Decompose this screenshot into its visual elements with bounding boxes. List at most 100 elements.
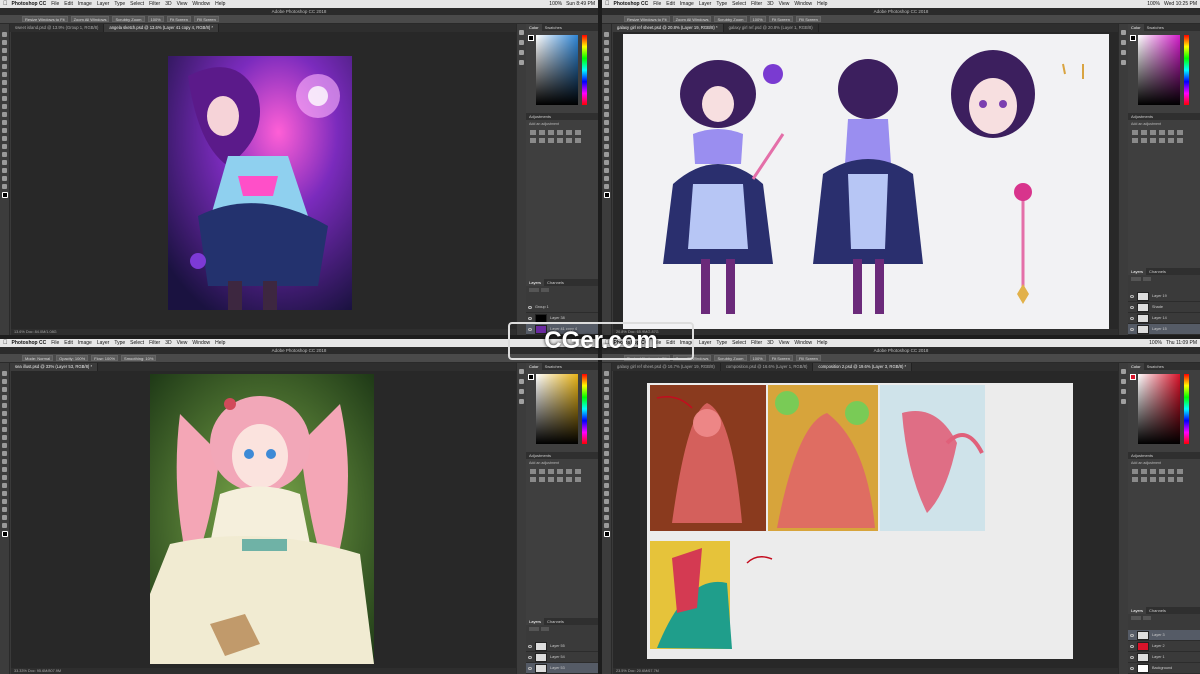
bw-icon[interactable] xyxy=(539,138,545,143)
history-icon[interactable] xyxy=(519,30,524,35)
bw-icon[interactable] xyxy=(1141,138,1147,143)
tab-channels[interactable]: Channels xyxy=(544,618,567,625)
lasso-tool-icon[interactable] xyxy=(604,387,609,392)
zoom-tool-icon[interactable] xyxy=(2,184,7,189)
crop-tool-icon[interactable] xyxy=(2,64,7,69)
hue-sat-icon[interactable] xyxy=(1177,130,1183,135)
layer-row-selected[interactable]: Layer 3 xyxy=(1128,630,1200,641)
menu-edit[interactable]: Edit xyxy=(666,1,675,7)
tab-layers[interactable]: Layers xyxy=(1128,268,1147,275)
blur-tool-icon[interactable] xyxy=(604,467,609,472)
hand-tool-icon[interactable] xyxy=(604,176,609,181)
menu-file[interactable]: File xyxy=(51,1,59,7)
dodge-tool-icon[interactable] xyxy=(604,475,609,480)
foreground-swatch[interactable] xyxy=(1130,35,1136,41)
menu-window[interactable]: Window xyxy=(794,340,812,346)
type-tool-icon[interactable] xyxy=(604,491,609,496)
menu-file[interactable]: File xyxy=(51,340,59,346)
history-brush-icon[interactable] xyxy=(604,443,609,448)
photo-filter-icon[interactable] xyxy=(548,477,554,482)
saturation-field[interactable] xyxy=(536,35,578,105)
menu-view[interactable]: View xyxy=(779,340,790,346)
levels-icon[interactable] xyxy=(1141,469,1147,474)
color-swatch-icon[interactable] xyxy=(603,192,610,198)
hue-sat-icon[interactable] xyxy=(575,130,581,135)
levels-icon[interactable] xyxy=(539,130,545,135)
saturation-field[interactable] xyxy=(1138,35,1180,105)
layer-row[interactable]: Layer 55 xyxy=(526,641,598,652)
layer-row[interactable]: Layer 1 xyxy=(1128,652,1200,663)
path-select-icon[interactable] xyxy=(2,160,7,165)
option-fit-screen[interactable]: Fit Screen xyxy=(768,16,793,22)
history-brush-icon[interactable] xyxy=(2,443,7,448)
menu-filter[interactable]: Filter xyxy=(751,340,762,346)
hue-slider[interactable] xyxy=(582,374,587,444)
wand-tool-icon[interactable] xyxy=(604,56,609,61)
character-icon[interactable] xyxy=(1121,60,1126,65)
apple-icon[interactable]:  xyxy=(605,1,610,7)
foreground-swatch[interactable] xyxy=(528,374,534,380)
channel-mixer-icon[interactable] xyxy=(557,477,563,482)
menu-type[interactable]: Type xyxy=(114,1,125,7)
eyedropper-tool-icon[interactable] xyxy=(604,411,609,416)
wand-tool-icon[interactable] xyxy=(604,395,609,400)
vibrance-icon[interactable] xyxy=(566,130,572,135)
character-icon[interactable] xyxy=(519,399,524,404)
tab-layers[interactable]: Layers xyxy=(526,279,545,286)
pen-tool-icon[interactable] xyxy=(2,144,7,149)
option-fit-screen[interactable]: Fit Screen xyxy=(768,355,793,361)
gradient-tool-icon[interactable] xyxy=(604,459,609,464)
marquee-tool-icon[interactable] xyxy=(2,40,7,45)
brush-tool-icon[interactable] xyxy=(604,427,609,432)
option-resize-windows[interactable]: Resize Windows to Fit xyxy=(22,16,68,22)
channel-mixer-icon[interactable] xyxy=(1159,477,1165,482)
menu-select[interactable]: Select xyxy=(732,340,746,346)
move-tool-icon[interactable] xyxy=(604,32,609,37)
menu-type[interactable]: Type xyxy=(716,1,727,7)
move-tool-icon[interactable] xyxy=(2,371,7,376)
exposure-icon[interactable] xyxy=(557,469,563,474)
brush-tool-icon[interactable] xyxy=(604,88,609,93)
marquee-tool-icon[interactable] xyxy=(604,40,609,45)
menu-layer[interactable]: Layer xyxy=(97,1,110,7)
color-picker[interactable] xyxy=(526,370,598,448)
tab-color[interactable]: Color xyxy=(526,24,542,31)
menu-layer[interactable]: Layer xyxy=(699,1,712,7)
properties-icon[interactable] xyxy=(1121,379,1126,384)
lookup-icon[interactable] xyxy=(566,477,572,482)
app-menu[interactable]: Photoshop CC xyxy=(614,1,649,7)
history-brush-icon[interactable] xyxy=(2,104,7,109)
heal-tool-icon[interactable] xyxy=(2,419,7,424)
menu-3d[interactable]: 3D xyxy=(767,1,773,7)
visibility-icon[interactable] xyxy=(528,655,532,659)
brightness-icon[interactable] xyxy=(530,469,536,474)
tab-channels[interactable]: Channels xyxy=(544,279,567,286)
option-smoothing[interactable]: Smoothing: 10% xyxy=(121,355,157,361)
heal-tool-icon[interactable] xyxy=(2,80,7,85)
menu-window[interactable]: Window xyxy=(192,1,210,7)
zoom-tool-icon[interactable] xyxy=(2,523,7,528)
crop-tool-icon[interactable] xyxy=(604,64,609,69)
tab-swatches[interactable]: Swatches xyxy=(542,24,565,31)
tab-swatches[interactable]: Swatches xyxy=(1144,24,1167,31)
canvas-area[interactable] xyxy=(613,371,1118,668)
invert-icon[interactable] xyxy=(1177,477,1183,482)
hue-slider[interactable] xyxy=(1184,35,1189,105)
doc-tab-active[interactable]: galaxy girl ref sheet.psd @ 20.8% (Layer… xyxy=(612,24,724,32)
option-100[interactable]: 100% xyxy=(749,355,766,361)
menu-file[interactable]: File xyxy=(653,1,661,7)
layer-row[interactable]: Background xyxy=(1128,663,1200,674)
eraser-tool-icon[interactable] xyxy=(2,451,7,456)
option-fill-screen[interactable]: Fill Screen xyxy=(193,16,219,22)
menu-help[interactable]: Help xyxy=(215,1,225,7)
lasso-tool-icon[interactable] xyxy=(604,48,609,53)
brush-tool-icon[interactable] xyxy=(2,88,7,93)
color-picker[interactable] xyxy=(526,31,598,109)
tab-swatches[interactable]: Swatches xyxy=(542,363,565,370)
option-opacity[interactable]: Opacity: 100% xyxy=(56,355,89,361)
option-scrubby-zoom[interactable]: Scrubby Zoom xyxy=(714,16,747,22)
character-icon[interactable] xyxy=(519,60,524,65)
exposure-icon[interactable] xyxy=(1159,469,1165,474)
doc-tab-active[interactable]: angela sketch.psd @ 13.6% (Layer 41 copy… xyxy=(104,24,220,32)
heal-tool-icon[interactable] xyxy=(604,419,609,424)
